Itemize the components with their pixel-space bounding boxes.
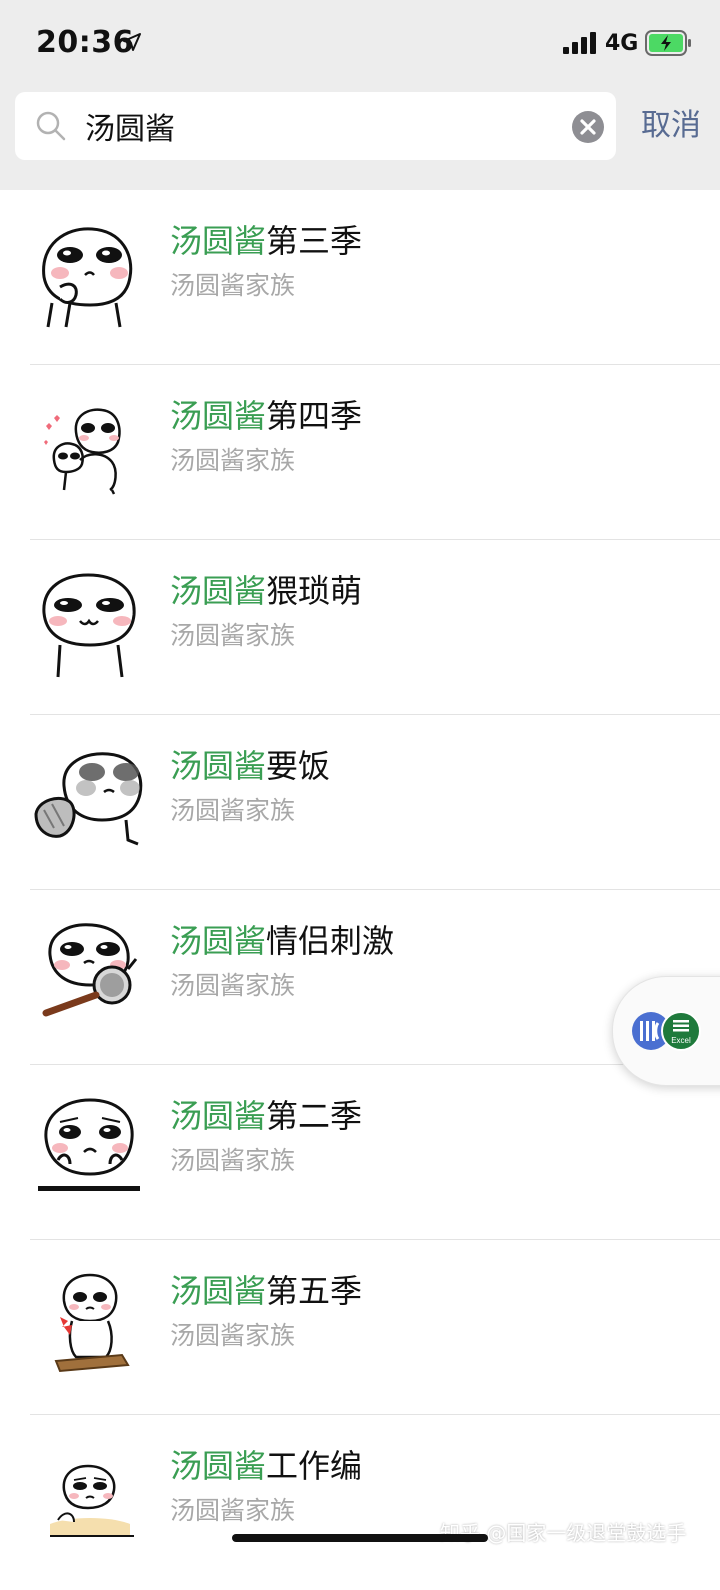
excel-icon: Excel <box>661 1011 701 1051</box>
result-subtitle: 汤圆酱家族 <box>170 1146 296 1175</box>
result-item[interactable]: 汤圆酱第五季 汤圆酱家族 <box>0 1240 720 1415</box>
sticker-lying-down-icon <box>50 1464 134 1537</box>
result-item[interactable]: 汤圆酱工作编 汤圆酱家族 <box>0 1415 720 1590</box>
search-bar[interactable] <box>15 92 616 160</box>
floating-assistant-bubble[interactable]: Excel <box>612 976 720 1086</box>
result-title: 汤圆酱工作编 <box>170 1447 363 1485</box>
home-indicator[interactable] <box>232 1534 488 1542</box>
clear-search-icon[interactable] <box>571 110 605 144</box>
status-time: 20:36 <box>36 25 134 60</box>
location-arrow-icon <box>123 33 141 51</box>
result-subtitle: 汤圆酱家族 <box>170 796 296 825</box>
result-subtitle: 汤圆酱家族 <box>170 1496 296 1525</box>
result-title: 汤圆酱第五季 <box>170 1272 363 1310</box>
result-title: 汤圆酱猥琐萌 <box>170 572 363 610</box>
search-input[interactable] <box>85 102 555 150</box>
sticker-frying-pan-icon <box>42 923 138 1017</box>
sticker-thinking-icon <box>42 227 133 328</box>
result-item[interactable]: 汤圆酱第二季 汤圆酱家族 <box>0 1065 720 1240</box>
sticker-results-list: 汤圆酱第三季 汤圆酱家族 汤圆酱第四季 汤圆酱家族 汤圆酱猥琐萌 汤圆酱家族 汤… <box>0 190 720 1590</box>
result-subtitle: 汤圆酱家族 <box>170 1321 296 1350</box>
sticker-begging-bowl-icon <box>34 752 143 846</box>
status-bar: 20:36 4G <box>0 0 720 88</box>
cellular-signal-icon <box>563 32 596 54</box>
battery-charging-icon <box>645 30 691 56</box>
result-title: 汤圆酱情侣刺激 <box>170 922 395 960</box>
excel-label: Excel <box>671 1036 691 1045</box>
result-subtitle: 汤圆酱家族 <box>170 971 296 1000</box>
sticker-sad-chin-icon <box>38 1098 140 1191</box>
result-subtitle: 汤圆酱家族 <box>170 621 296 650</box>
search-icon <box>36 111 66 141</box>
result-item[interactable]: 汤圆酱要饭 汤圆酱家族 <box>0 715 720 890</box>
result-title: 汤圆酱第二季 <box>170 1097 363 1135</box>
result-title: 汤圆酱要饭 <box>170 747 331 785</box>
result-subtitle: 汤圆酱家族 <box>170 271 296 300</box>
result-item[interactable]: 汤圆酱第四季 汤圆酱家族 <box>0 365 720 540</box>
result-title: 汤圆酱第四季 <box>170 397 363 435</box>
cancel-button[interactable]: 取消 <box>626 104 716 148</box>
sticker-hug-hearts-icon <box>44 408 121 495</box>
result-item[interactable]: 汤圆酱第三季 汤圆酱家族 <box>0 190 720 365</box>
result-title: 汤圆酱第三季 <box>170 222 363 260</box>
sticker-smug-icon <box>42 573 136 678</box>
network-type: 4G <box>605 31 639 56</box>
search-header: 20:36 4G 取消 <box>0 0 720 190</box>
sticker-sitting-board-icon <box>54 1273 130 1373</box>
result-subtitle: 汤圆酱家族 <box>170 446 296 475</box>
result-item[interactable]: 汤圆酱猥琐萌 汤圆酱家族 <box>0 540 720 715</box>
